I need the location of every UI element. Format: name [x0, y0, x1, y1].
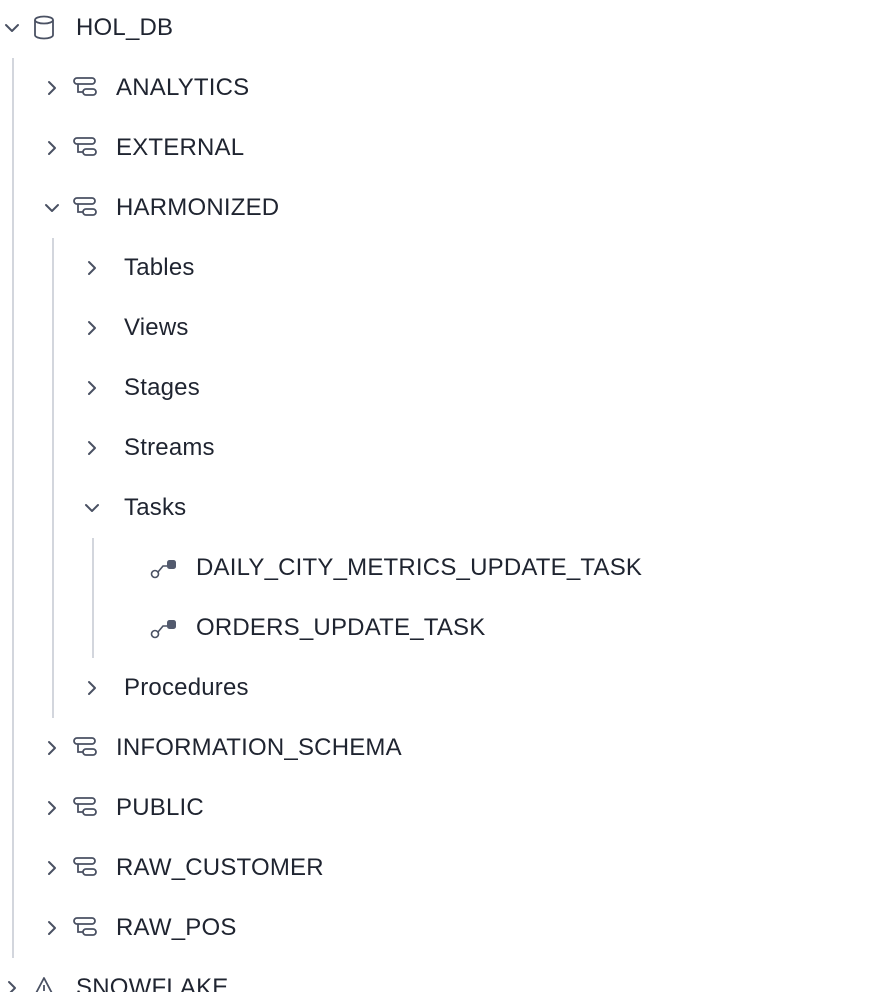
tree-node-label: ORDERS_UPDATE_TASK [196, 614, 486, 641]
tree-node-group-streams[interactable]: Streams [0, 418, 874, 478]
tree-node-group-procedures[interactable]: Procedures [0, 658, 874, 718]
schema-icon [71, 733, 101, 763]
tree-node-schema-harmonized[interactable]: HARMONIZED [0, 178, 874, 238]
tree-node-label: Tables [124, 254, 195, 281]
chevron-right-icon[interactable] [38, 854, 66, 882]
tree-node-label: ANALYTICS [116, 74, 250, 101]
chevron-right-icon[interactable] [38, 734, 66, 762]
chevron-right-icon[interactable] [78, 674, 106, 702]
task-icon [148, 553, 178, 583]
chevron-down-icon[interactable] [78, 494, 106, 522]
chevron-right-icon[interactable] [78, 374, 106, 402]
tree-node-label: DAILY_CITY_METRICS_UPDATE_TASK [196, 554, 643, 581]
tree-node-label: INFORMATION_SCHEMA [116, 734, 402, 761]
tree-node-schema-public[interactable]: PUBLIC [0, 778, 874, 838]
tree-node-hol-db[interactable]: HOL_DB [0, 0, 874, 58]
tree-node-schema-analytics[interactable]: ANALYTICS [0, 58, 874, 118]
tree-node-task-daily-city-metrics[interactable]: DAILY_CITY_METRICS_UPDATE_TASK [0, 538, 874, 598]
schema-icon [71, 793, 101, 823]
chevron-right-icon[interactable] [78, 434, 106, 462]
tree-node-schema-information-schema[interactable]: INFORMATION_SCHEMA [0, 718, 874, 778]
schema-icon [71, 73, 101, 103]
tree-node-task-orders-update[interactable]: ORDERS_UPDATE_TASK [0, 598, 874, 658]
task-icon [148, 613, 178, 643]
database-icon [29, 13, 59, 43]
tree-node-label: Stages [124, 374, 200, 401]
tree-node-label: Views [124, 314, 189, 341]
tree-node-schema-raw-pos[interactable]: RAW_POS [0, 898, 874, 958]
tree-node-label: SNOWFLAKE [76, 974, 229, 992]
tree-node-label: RAW_CUSTOMER [116, 854, 324, 881]
tree-node-schema-external[interactable]: EXTERNAL [0, 118, 874, 178]
shared-database-icon [29, 973, 59, 992]
schema-icon [71, 913, 101, 943]
chevron-right-icon[interactable] [0, 974, 26, 992]
tree-node-group-tables[interactable]: Tables [0, 238, 874, 298]
tree-node-schema-raw-customer[interactable]: RAW_CUSTOMER [0, 838, 874, 898]
tree-node-label: HARMONIZED [116, 194, 280, 221]
tree-node-label: Streams [124, 434, 215, 461]
tree-node-group-views[interactable]: Views [0, 298, 874, 358]
tree-node-database-snowflake[interactable]: SNOWFLAKE [0, 958, 874, 992]
tree-node-label: Tasks [124, 494, 187, 521]
schema-icon [71, 193, 101, 223]
schema-icon [71, 133, 101, 163]
schema-icon [71, 853, 101, 883]
tree-node-label: PUBLIC [116, 794, 204, 821]
chevron-right-icon[interactable] [38, 914, 66, 942]
object-explorer-tree: HOL_DB ANALYTICS EXTERNAL HARMONIZED Tab… [0, 0, 874, 992]
tree-node-label: EXTERNAL [116, 134, 245, 161]
chevron-right-icon[interactable] [38, 74, 66, 102]
chevron-right-icon[interactable] [38, 794, 66, 822]
chevron-right-icon[interactable] [78, 314, 106, 342]
tree-node-label: Procedures [124, 674, 249, 701]
chevron-right-icon[interactable] [78, 254, 106, 282]
tree-node-group-tasks[interactable]: Tasks [0, 478, 874, 538]
tree-node-label: HOL_DB [76, 14, 174, 41]
tree-node-group-stages[interactable]: Stages [0, 358, 874, 418]
tree-node-label: RAW_POS [116, 914, 237, 941]
chevron-down-icon[interactable] [0, 14, 26, 42]
chevron-right-icon[interactable] [38, 134, 66, 162]
chevron-down-icon[interactable] [38, 194, 66, 222]
